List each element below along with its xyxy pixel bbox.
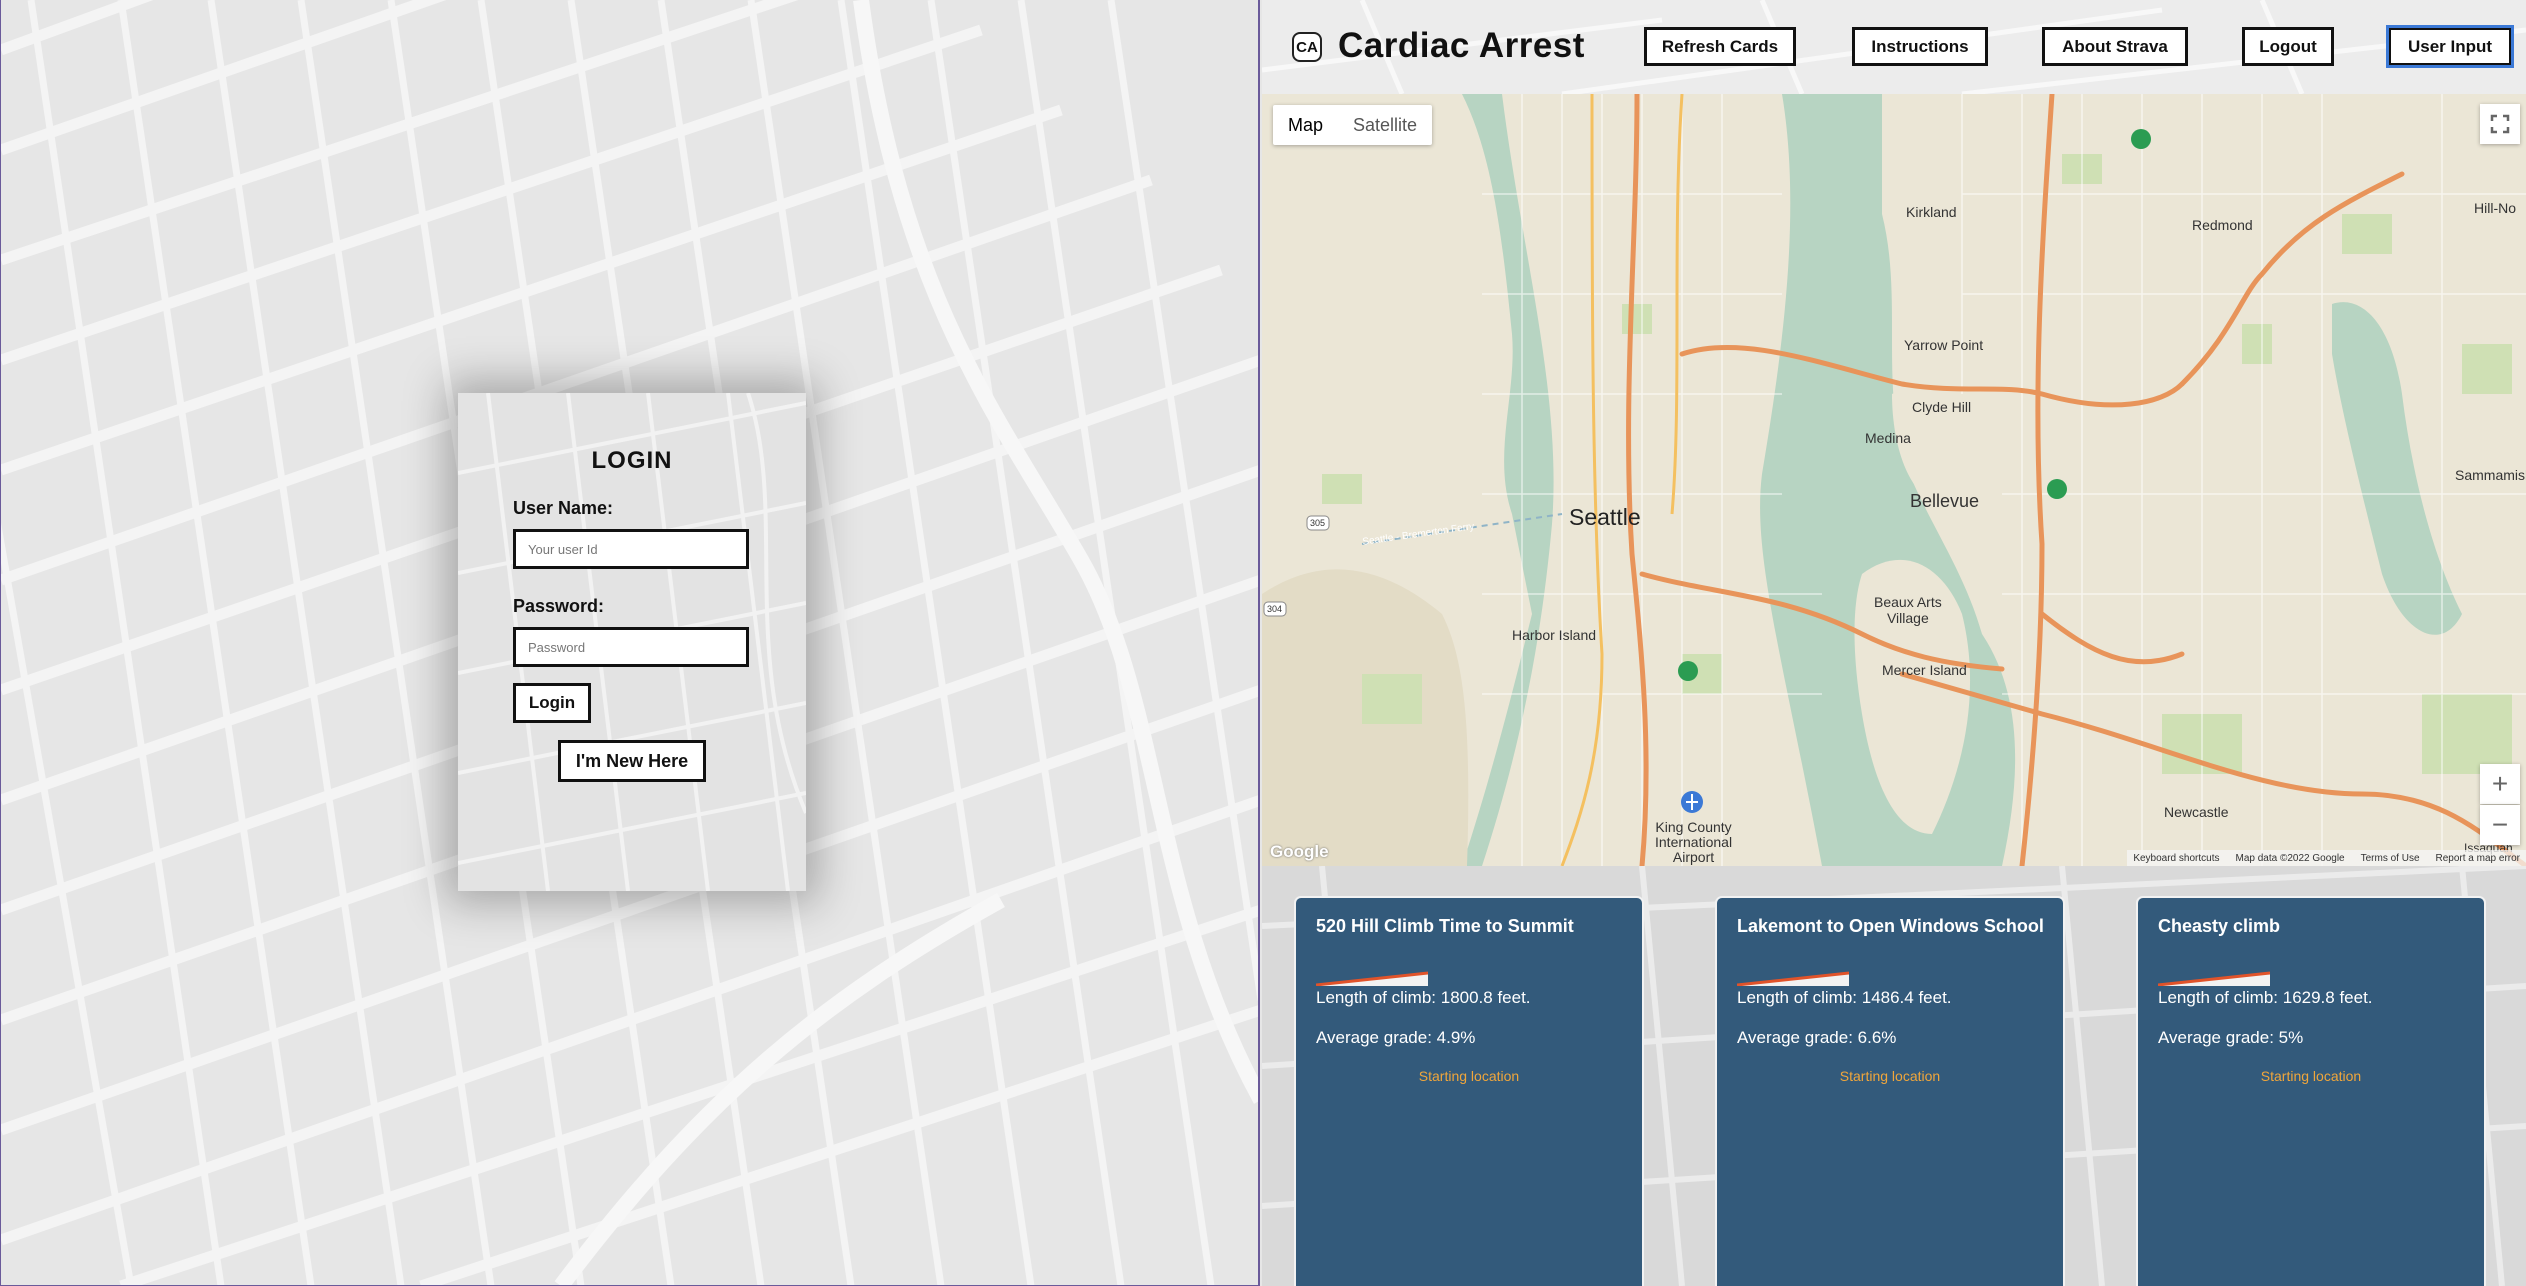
map-type-satellite-button[interactable]: Satellite xyxy=(1338,105,1432,145)
map-label-medina: Medina xyxy=(1865,430,1911,446)
login-title: LOGIN xyxy=(591,447,673,474)
login-button[interactable]: Login xyxy=(513,683,591,723)
route-card-length: Length of climb: 1800.8 feet. xyxy=(1316,988,1531,1007)
login-card: LOGIN User Name: Password: Login I'm New… xyxy=(458,393,806,891)
username-label: User Name: xyxy=(513,498,614,518)
app-header: CA Cardiac Arrest Refresh Cards Instruct… xyxy=(1262,0,2526,94)
password-input[interactable] xyxy=(513,627,749,667)
new-here-button[interactable]: I'm New Here xyxy=(558,740,706,782)
elevation-profile-icon xyxy=(1316,971,1428,986)
map-label-beaux-arts: Beaux Arts Village xyxy=(1874,594,1942,626)
map-label-redmond: Redmond xyxy=(2192,217,2253,233)
route-card-title: Lakemont to Open Windows School xyxy=(1737,916,2044,936)
password-label: Password: xyxy=(513,596,605,616)
terms-link[interactable]: Terms of Use xyxy=(2361,853,2420,864)
map-label-harbor-island: Harbor Island xyxy=(1512,627,1597,643)
elevation-profile-icon xyxy=(2158,971,2270,986)
fullscreen-icon[interactable] xyxy=(2480,104,2520,144)
instructions-button[interactable]: Instructions xyxy=(1852,27,1988,66)
app-title: Cardiac Arrest xyxy=(1338,26,1585,65)
map-label-hill-no: Hill-No xyxy=(2474,200,2516,216)
elevation-profile-icon xyxy=(1737,971,1849,986)
route-card-grade: Average grade: 5% xyxy=(2158,1028,2304,1047)
route-card-title: 520 Hill Climb Time to Summit xyxy=(1316,916,1574,936)
airport-marker xyxy=(1681,791,1703,813)
app-logo: CA xyxy=(1292,32,1322,62)
map-label-newcastle: Newcastle xyxy=(2164,804,2229,820)
map-type-map-button[interactable]: Map xyxy=(1273,105,1338,145)
route-card-grade: Average grade: 4.9% xyxy=(1316,1028,1476,1047)
map-label-route-305: 305 xyxy=(1310,518,1326,528)
map-label-clyde-hill: Clyde Hill xyxy=(1912,399,1972,415)
map-label-kirkland: Kirkland xyxy=(1906,204,1957,220)
map-canvas[interactable] xyxy=(1262,94,2526,866)
logout-button[interactable]: Logout xyxy=(2242,27,2334,66)
starting-location-link[interactable]: Starting location xyxy=(2138,1068,2484,1084)
route-card[interactable]: Lakemont to Open Windows School Length o… xyxy=(1715,896,2065,1286)
map-footer: Keyboard shortcuts Map data ©2022 Google… xyxy=(2127,850,2526,866)
keyboard-shortcuts-link[interactable]: Keyboard shortcuts xyxy=(2133,853,2219,864)
route-cards: 520 Hill Climb Time to Summit Length of … xyxy=(1262,866,2526,1286)
map-label-yarrow-point: Yarrow Point xyxy=(1904,337,1984,353)
map-label-seattle: Seattle xyxy=(1569,504,1641,530)
user-input-button[interactable]: User Input xyxy=(2386,25,2514,68)
report-error-link[interactable]: Report a map error xyxy=(2436,853,2520,864)
map-label-mercer-island: Mercer Island xyxy=(1882,662,1967,678)
map-label-sammamish: Sammamish xyxy=(2455,467,2526,483)
map-label-route-304: 304 xyxy=(1267,604,1283,614)
refresh-cards-button[interactable]: Refresh Cards xyxy=(1644,27,1796,66)
zoom-out-icon[interactable]: − xyxy=(2480,805,2520,845)
route-card-grade: Average grade: 6.6% xyxy=(1737,1028,1897,1047)
route-card-length: Length of climb: 1629.8 feet. xyxy=(2158,988,2373,1007)
map-label-bellevue: Bellevue xyxy=(1910,491,1980,511)
route-card-title: Cheasty climb xyxy=(2158,916,2281,936)
about-strava-button[interactable]: About Strava xyxy=(2042,27,2188,66)
username-input[interactable] xyxy=(513,529,749,569)
map-type-control: Map Satellite xyxy=(1273,105,1433,145)
app-pane: CA Cardiac Arrest Refresh Cards Instruct… xyxy=(1262,0,2526,1286)
route-card-length: Length of climb: 1486.4 feet. xyxy=(1737,988,1952,1007)
map-data-attribution: Map data ©2022 Google xyxy=(2235,852,2345,864)
map-label-airport: King County International Airport xyxy=(1655,819,1733,865)
starting-location-link[interactable]: Starting location xyxy=(1717,1068,2063,1084)
route-card[interactable]: Cheasty climb Length of climb: 1629.8 fe… xyxy=(2136,896,2486,1286)
google-map[interactable]: Seattle Bellevue Kirkland Redmond Yarrow… xyxy=(1262,94,2526,866)
google-logo: Google xyxy=(1270,842,1329,861)
zoom-in-icon[interactable]: + xyxy=(2480,764,2520,804)
starting-location-link[interactable]: Starting location xyxy=(1296,1068,1642,1084)
login-pane: LOGIN User Name: Password: Login I'm New… xyxy=(0,0,1260,1286)
route-card[interactable]: 520 Hill Climb Time to Summit Length of … xyxy=(1294,896,1644,1286)
